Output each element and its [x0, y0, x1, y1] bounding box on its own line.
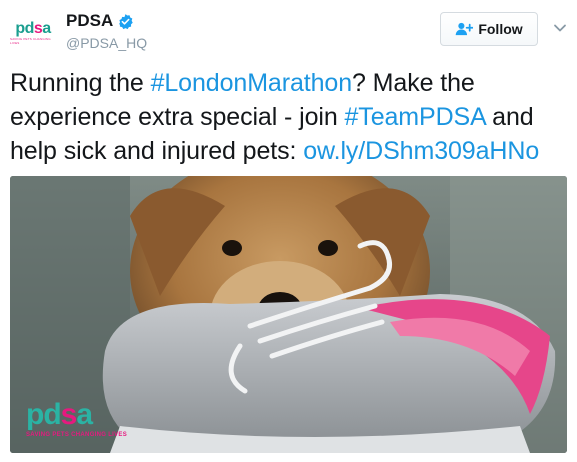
dog-with-shoe-image [10, 176, 567, 453]
tweet-text: Running the #LondonMarathon? Make the ex… [10, 66, 572, 168]
tweet-text-segment: Running the [10, 69, 151, 97]
avatar-logo: pdsa [15, 20, 51, 37]
photo-logo-part: pd [26, 398, 62, 431]
avatar[interactable]: pdsa Saving pets changing lives [10, 10, 56, 56]
verified-badge-icon [119, 13, 133, 29]
account-handle[interactable]: @PDSA_HQ [66, 35, 147, 51]
avatar-logo-part: s [33, 20, 43, 37]
hashtag-link-teampdsa[interactable]: #TeamPDSA [344, 103, 485, 131]
account-name-row[interactable]: PDSA [66, 11, 134, 31]
url-link[interactable]: ow.ly/DShm309aHNo [303, 137, 539, 165]
tweet-photo[interactable]: pdsa Saving pets changing lives [10, 176, 567, 453]
hashtag-link-londonmarathon[interactable]: #LondonMarathon [151, 69, 353, 97]
photo-tagline: Saving pets changing lives [26, 432, 128, 438]
photo-logo: pdsa [26, 398, 93, 431]
photo-logo-part: s [60, 398, 78, 431]
avatar-logo-tagline: Saving pets changing lives [10, 37, 51, 45]
photo-logo-part: a [76, 398, 93, 431]
chevron-down-icon[interactable] [553, 21, 567, 35]
tweet-card: pdsa Saving pets changing lives PDSA @PD… [0, 0, 577, 462]
display-name[interactable]: PDSA [66, 11, 113, 31]
follow-button[interactable]: Follow [440, 12, 538, 46]
avatar-logo-part: a [42, 20, 51, 37]
add-user-icon [456, 22, 474, 36]
avatar-logo-part: pd [15, 20, 34, 37]
follow-button-label: Follow [478, 21, 523, 37]
